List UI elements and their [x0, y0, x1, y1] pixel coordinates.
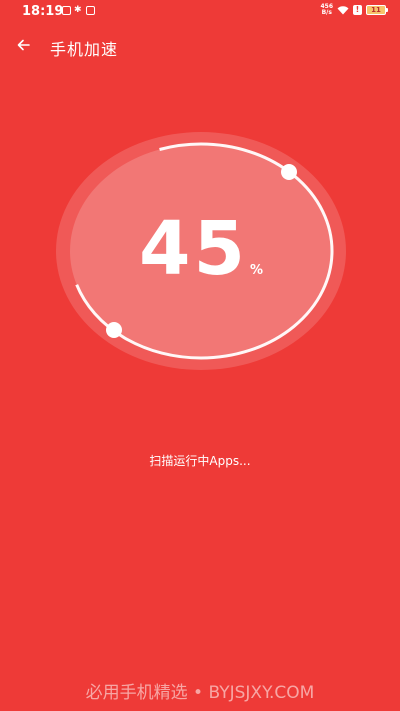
back-arrow-icon[interactable]	[14, 34, 36, 56]
scan-status-text: 扫描运行中Apps...	[149, 454, 251, 468]
percent-display: 45%	[56, 212, 346, 286]
battery-icon: 11	[366, 5, 388, 15]
header: 手机加速	[0, 32, 400, 62]
watermark: 必用手机精选 • BYJSJXY.COM	[85, 683, 315, 703]
battery-tip	[386, 8, 388, 12]
status-left-icons: ✱	[62, 6, 95, 15]
bluetooth-icon: ✱	[74, 5, 82, 15]
status-right-icons: 456 B/s ! 11	[320, 4, 388, 16]
net-speed-unit: B/s	[321, 9, 332, 16]
status-bar: 18:19 ✱ 456 B/s ! 11	[0, 0, 400, 24]
gauge-knob-top	[281, 164, 297, 180]
speed-gauge: 45%	[56, 132, 346, 370]
vibrate-icon	[86, 6, 95, 15]
status-time: 18:19	[22, 4, 64, 19]
gauge-knob-bottom	[106, 322, 122, 338]
page-title: 手机加速	[50, 40, 119, 59]
wifi-icon	[337, 5, 349, 14]
percent-value: 45	[138, 206, 248, 292]
message-icon	[62, 6, 71, 15]
percent-unit: %	[249, 263, 263, 278]
net-speed: 456 B/s	[320, 4, 333, 16]
alert-icon: !	[353, 5, 362, 15]
battery-level: 11	[366, 5, 386, 15]
